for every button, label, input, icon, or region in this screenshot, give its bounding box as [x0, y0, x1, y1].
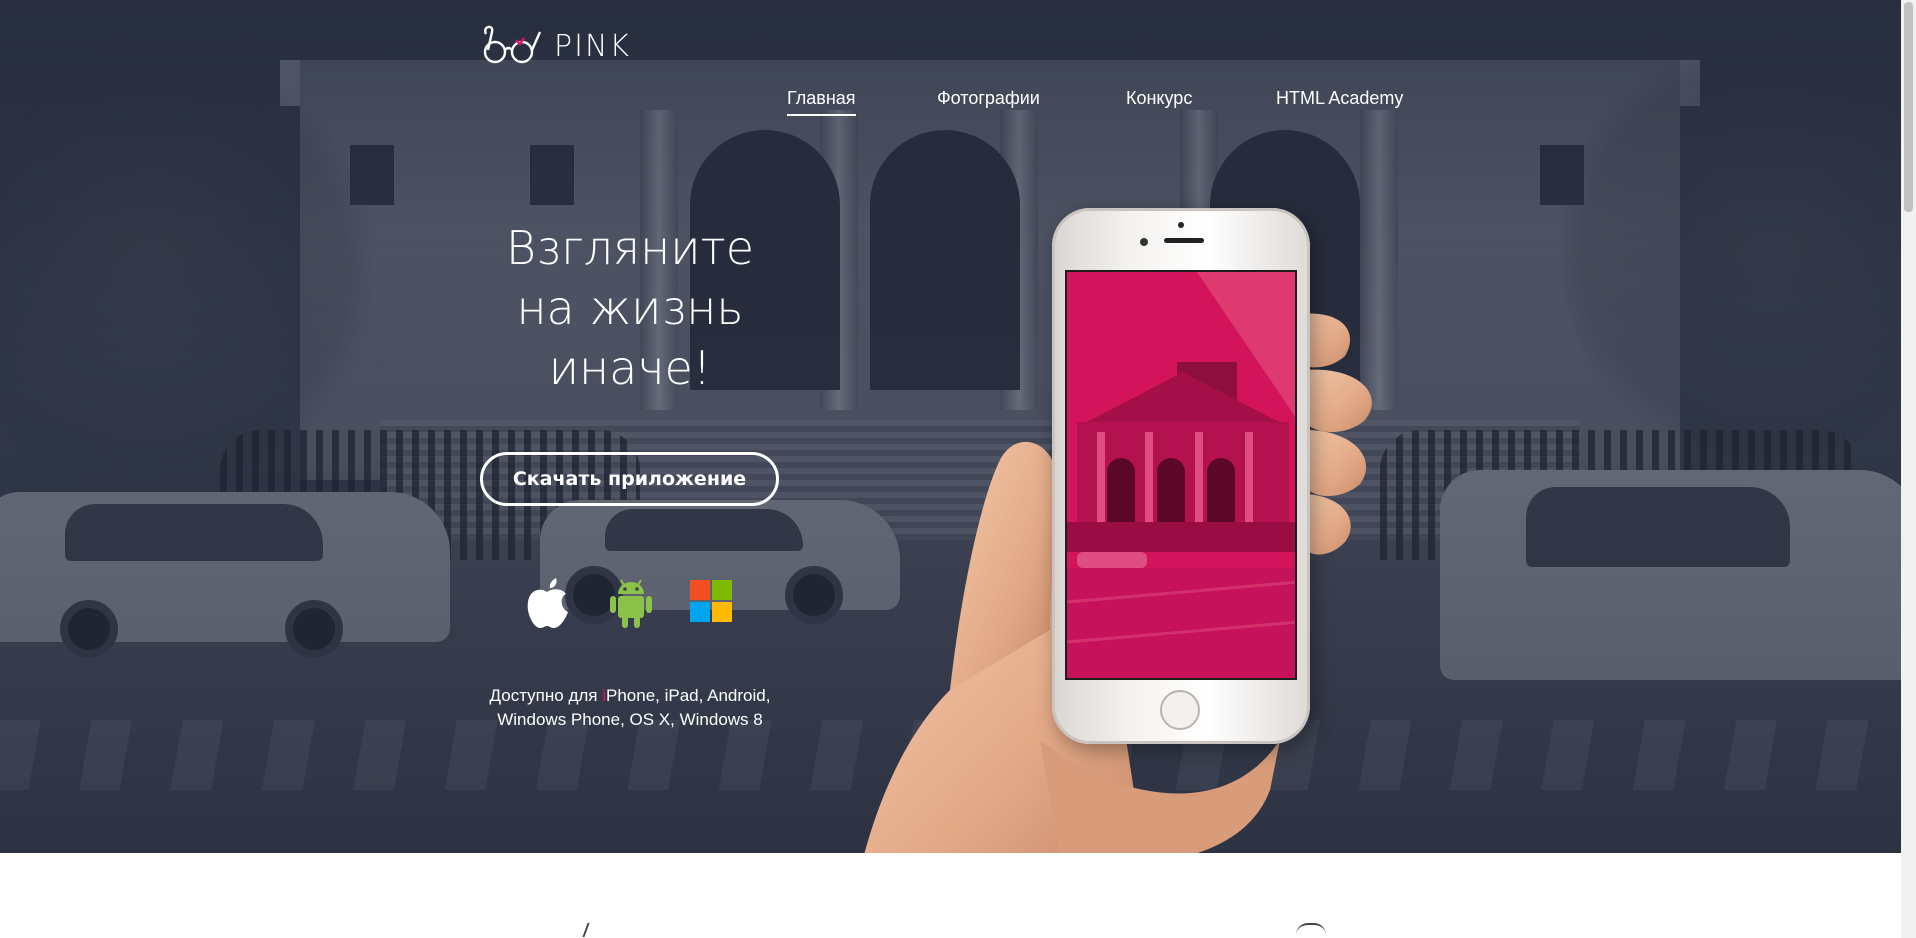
platform-icons [522, 574, 742, 630]
logo-text: PINK [554, 28, 632, 64]
download-app-button[interactable]: Скачать приложение [480, 452, 779, 506]
hero-headline-line: Взгляните [505, 221, 755, 275]
nav-item-photos[interactable]: Фотографии [937, 88, 1040, 109]
availability-text: Доступно для iPhone, iPad, Android, Wind… [480, 684, 780, 732]
hero-section: PINK Главная Фотографии Конкурс HTML Aca… [0, 0, 1901, 853]
section-heading-fragment [582, 923, 618, 937]
glasses-logo-icon [483, 25, 542, 64]
logo[interactable]: PINK [480, 24, 631, 68]
windows-icon[interactable] [686, 574, 736, 630]
apple-icon[interactable] [522, 574, 572, 630]
nav-item-html-academy[interactable]: HTML Academy [1276, 88, 1403, 109]
phone-mockup [1052, 208, 1310, 744]
hero-headline-line: на жизнь [516, 281, 744, 335]
page-scrollbar[interactable] [1901, 0, 1916, 938]
features-section [0, 853, 1901, 938]
hero-headline: Взгляните на жизнь иначе! [480, 218, 780, 398]
scrollbar-thumb[interactable] [1904, 2, 1913, 212]
section-heading-fragment [1296, 923, 1326, 938]
nav-item-contest[interactable]: Конкурс [1126, 88, 1192, 109]
phone-screen [1065, 270, 1297, 680]
phone-screen-photo [1067, 272, 1295, 678]
phone-camera-dot [1178, 222, 1184, 228]
android-icon[interactable] [606, 574, 656, 630]
nav-item-home[interactable]: Главная [787, 88, 856, 116]
availability-platforms: Phone, iPad, Android, [606, 686, 771, 705]
phone-home-button [1160, 690, 1200, 730]
phone-front-camera [1140, 238, 1148, 246]
hero-headline-line: иначе! [548, 341, 712, 395]
phone-speaker [1164, 238, 1204, 243]
availability-platforms-line2: Windows Phone, OS X, Windows 8 [497, 710, 763, 729]
availability-prefix: Доступно для [489, 686, 603, 705]
